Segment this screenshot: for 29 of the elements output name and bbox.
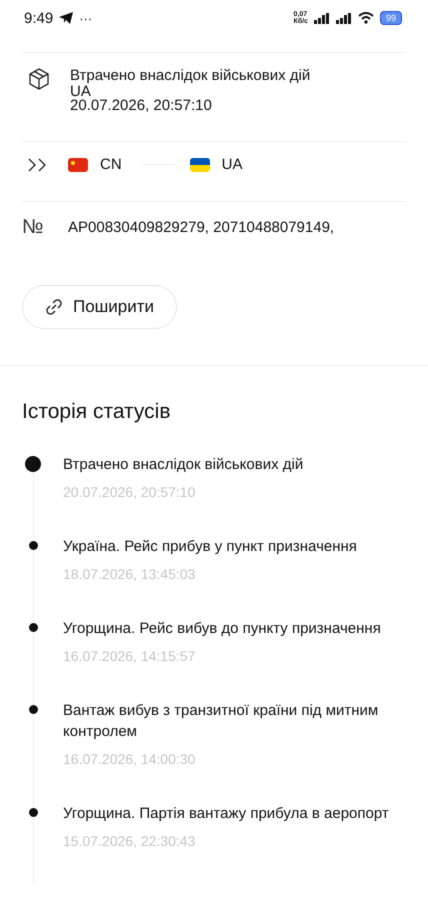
status-text: Втрачено внаслідок військових дій [63, 455, 304, 475]
status-text: Вантаж вибув з транзитної країни під митним контролем [63, 701, 380, 742]
section-title: Історія статусів [22, 400, 172, 424]
parcel-datetime: 20.07.2026, 20:57:10 [70, 99, 213, 113]
status-datetime: 16.07.2026, 14:15:57 [63, 648, 196, 664]
signal-icon [336, 12, 352, 24]
flag-icon [68, 158, 88, 172]
status-text: Угорщина. Рейс вибув до пункту призначення [63, 619, 381, 639]
status-datetime: 15.07.2026, 22:30:43 [63, 833, 196, 849]
signal-icon [314, 12, 330, 24]
link-icon [45, 298, 63, 316]
tracking-numbers: AP00830409829279, 20710488079149, [68, 219, 334, 236]
more-indicator: ··· [79, 10, 92, 26]
clock-time: 9:49 [24, 10, 54, 26]
flag-icon [190, 158, 210, 172]
destination-country: UA [222, 156, 243, 173]
status-text: Угорщина. Партія вантажу прибула в аеропорт [63, 804, 389, 824]
number-sign: № [22, 216, 44, 239]
wifi-icon [358, 12, 374, 24]
origin-country: CN [100, 156, 122, 173]
share-button[interactable]: Поширити [22, 285, 178, 329]
paper-plane-icon [59, 12, 74, 24]
parcel-country: UA [70, 85, 91, 99]
status-datetime: 18.07.2026, 13:45:03 [63, 566, 196, 582]
status-datetime: 20.07.2026, 20:57:10 [63, 484, 196, 500]
parcel-status: Втрачено внаслідок військових дій [70, 67, 310, 85]
battery-indicator: 99 [380, 11, 402, 25]
status-text: Україна. Рейс прибув у пункт призначення [63, 537, 357, 557]
status-datetime: 16.07.2026, 14:00:30 [63, 751, 196, 767]
